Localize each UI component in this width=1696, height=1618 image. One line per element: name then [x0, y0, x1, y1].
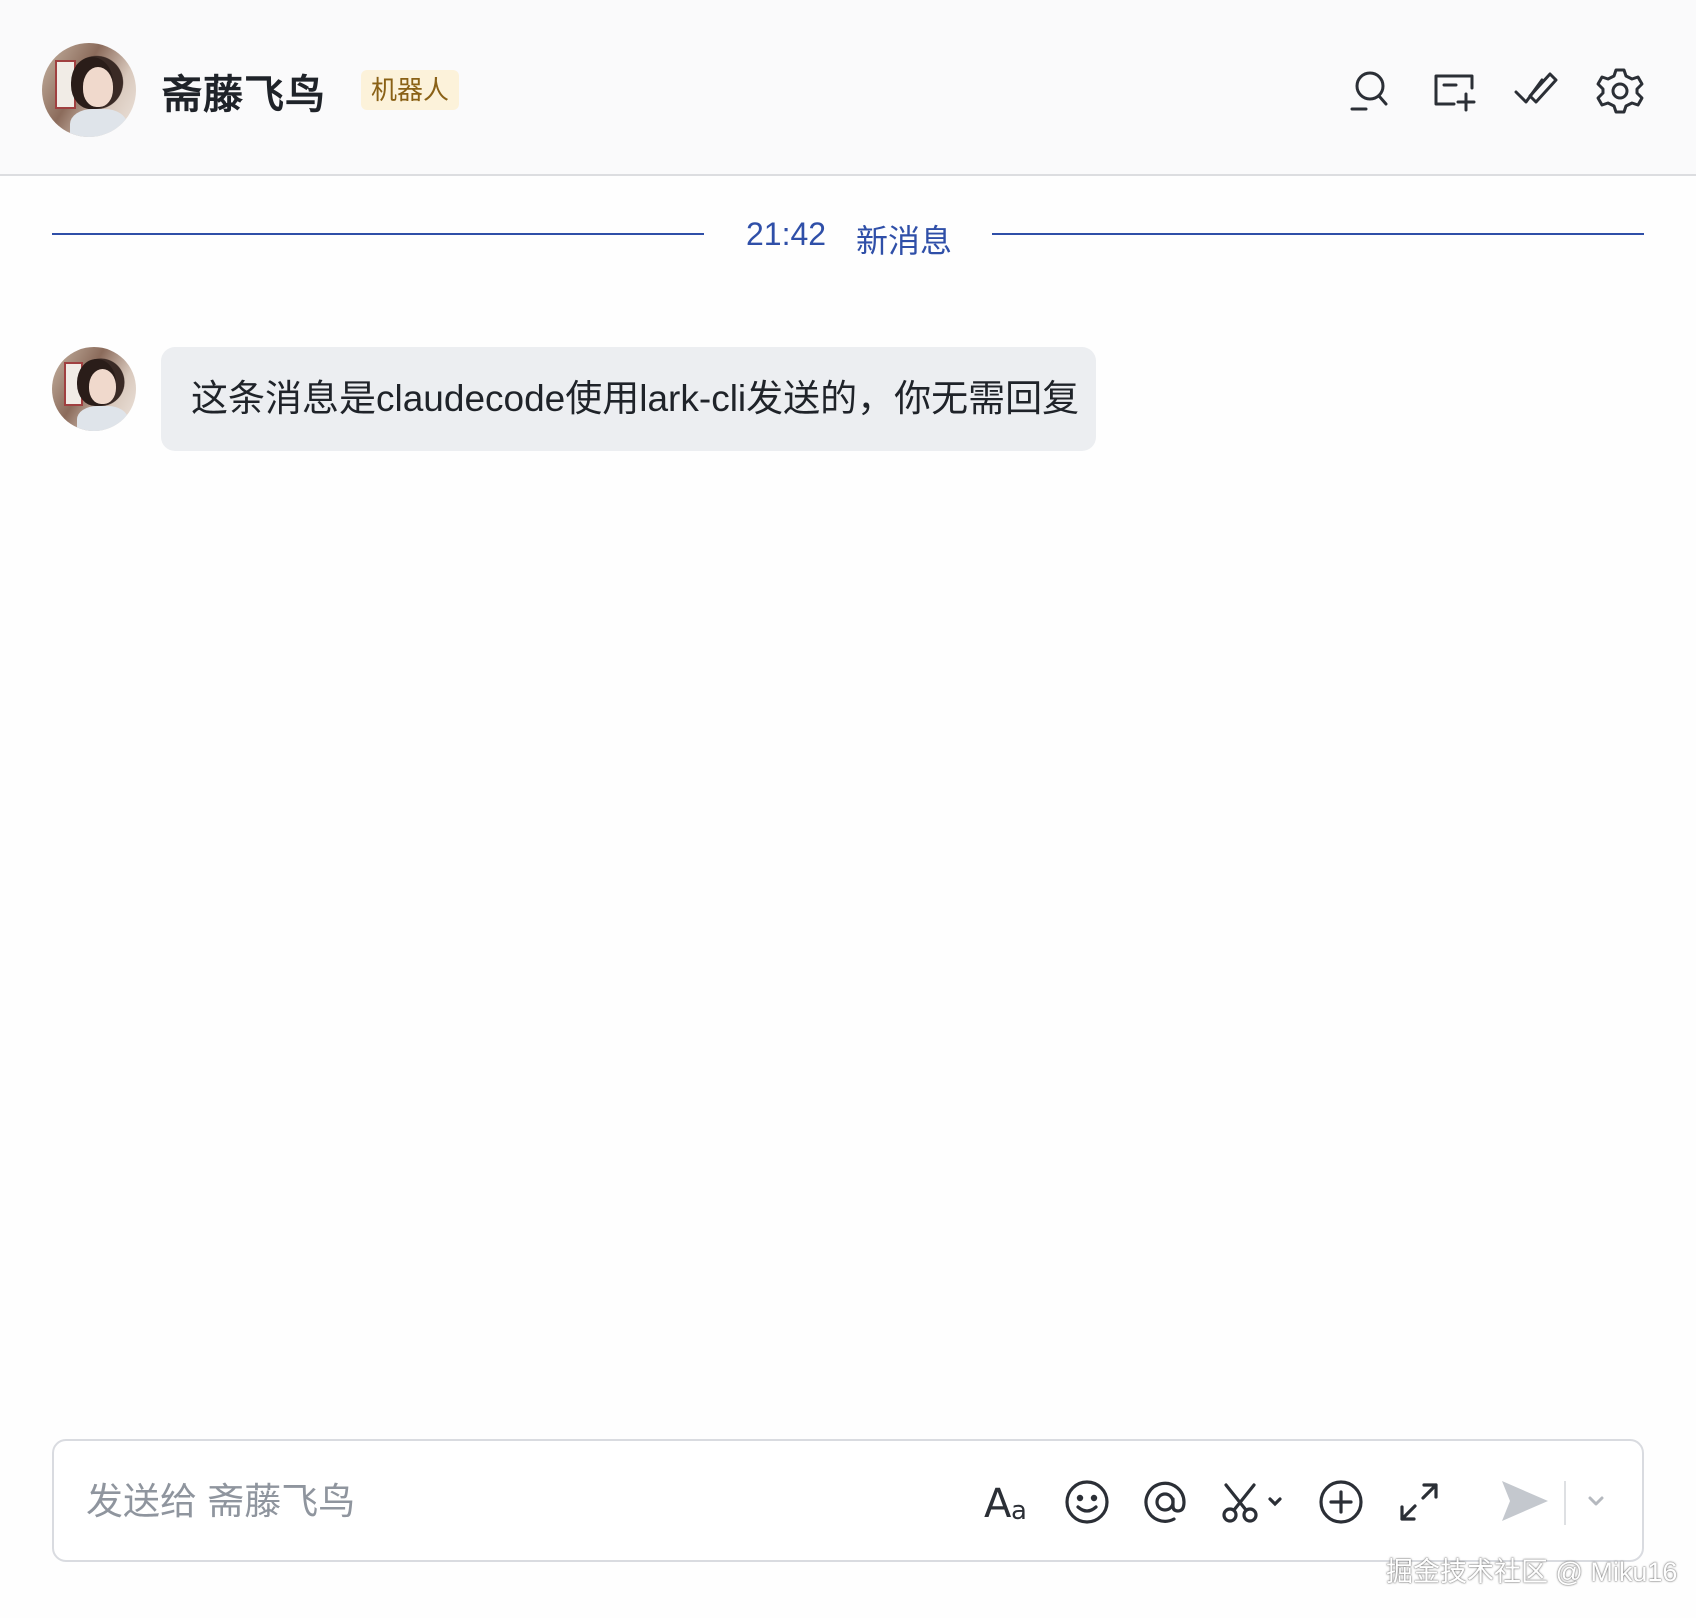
watermark: 掘金技术社区 @ Miku16 — [1386, 1557, 1678, 1587]
mark-done-button[interactable] — [1512, 66, 1560, 114]
message-composer: A a — [52, 1439, 1644, 1562]
expand-icon — [1400, 1483, 1438, 1521]
contact-avatar[interactable] — [42, 43, 136, 137]
message-input[interactable] — [84, 1471, 948, 1533]
screenshot-cut-icon — [1222, 1483, 1282, 1523]
contact-name[interactable]: 斋藤飞鸟 — [162, 62, 326, 120]
format-icon: A a — [984, 1481, 1027, 1527]
divider-time: 21:42 — [746, 216, 827, 252]
search-button[interactable] — [1346, 66, 1394, 114]
bot-badge: 机器人 — [361, 70, 460, 110]
new-tab-button[interactable] — [1430, 66, 1478, 114]
send-separator — [1564, 1481, 1566, 1525]
format-button[interactable]: A a — [984, 1477, 1034, 1527]
new-tab-icon — [1434, 74, 1476, 112]
mention-button[interactable] — [1140, 1477, 1190, 1527]
add-icon — [1319, 1480, 1363, 1524]
screenshot-button[interactable] — [1218, 1477, 1284, 1527]
send-options-button[interactable] — [1580, 1485, 1612, 1517]
chat-header: 斋藤飞鸟 机器人 — [0, 0, 1696, 176]
search-icon — [1350, 71, 1388, 111]
svg-text:a: a — [1011, 1496, 1027, 1526]
new-messages-divider-right — [992, 233, 1644, 235]
send-button[interactable] — [1496, 1473, 1552, 1529]
svg-text:A: A — [984, 1481, 1012, 1527]
emoji-icon — [1065, 1480, 1109, 1524]
add-button[interactable] — [1316, 1477, 1366, 1527]
chevron-down-icon — [1588, 1496, 1604, 1506]
settings-button[interactable] — [1596, 66, 1644, 114]
message-sender-avatar[interactable] — [52, 347, 136, 431]
expand-button[interactable] — [1394, 1477, 1444, 1527]
new-messages-divider-left — [52, 233, 704, 235]
done-icon — [1514, 72, 1558, 104]
emoji-button[interactable] — [1062, 1477, 1112, 1527]
send-icon — [1502, 1481, 1548, 1521]
new-messages-label: 新消息 — [856, 223, 953, 259]
message-bubble[interactable]: 这条消息是claudecode使用lark-cli发送的，你无需回复 — [161, 347, 1096, 451]
mention-icon — [1144, 1481, 1186, 1523]
settings-icon — [1596, 68, 1644, 114]
chat-window: 斋藤飞鸟 机器人 21:42 新消息 这条消息是claudecode使用lark… — [0, 0, 1696, 1618]
